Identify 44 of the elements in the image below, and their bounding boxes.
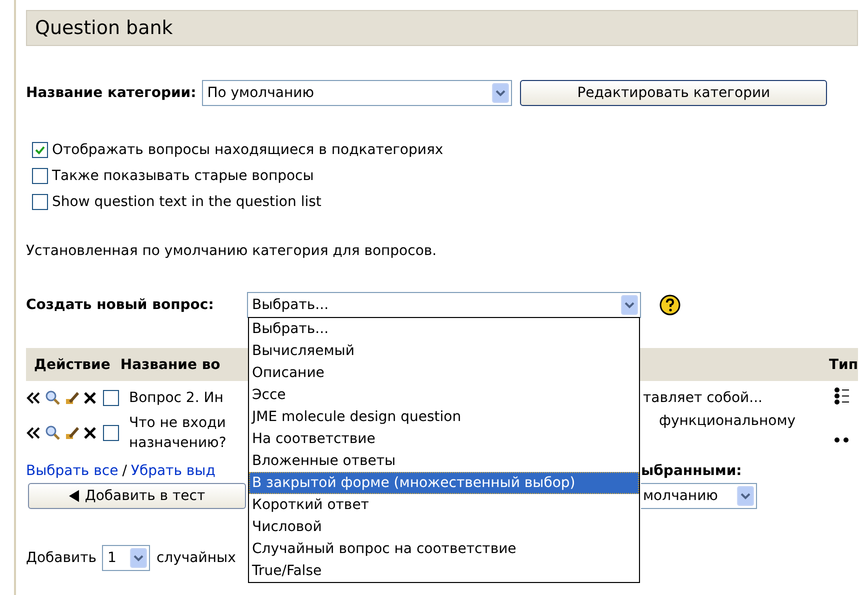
question-name: тавляет собой...	[642, 390, 762, 406]
page-title: Question bank	[26, 10, 858, 46]
category-note: Установленная по умолчанию категория для вопросов.	[26, 243, 437, 259]
triangle-left-icon	[68, 490, 79, 502]
deselect-link[interactable]: Убрать выд	[130, 463, 216, 479]
checkbox[interactable]	[32, 142, 48, 158]
with-selected-label: ыбранными:	[641, 463, 742, 479]
checkbox[interactable]	[32, 194, 48, 210]
add-random-label: Добавить	[26, 550, 96, 566]
dots-icon	[834, 437, 850, 443]
double-chevron-icon[interactable]	[26, 391, 42, 405]
checkbox[interactable]	[103, 425, 119, 441]
category-select[interactable]: молчанию	[641, 483, 757, 509]
list-icon	[834, 387, 850, 405]
create-question-label: Создать новый вопрос:	[26, 297, 214, 313]
checkbox[interactable]	[103, 390, 119, 406]
add-random-label: случайных	[156, 550, 236, 566]
select-all-link[interactable]: Выбрать все	[26, 463, 118, 479]
question-name: функциональному	[658, 413, 796, 429]
category-label: Название категории:	[26, 85, 196, 101]
add-to-quiz-button[interactable]: Добавить в тест	[28, 483, 246, 509]
menu-item[interactable]: В закрытой форме (множественный выбор)	[249, 472, 639, 494]
option-label: Отображать вопросы находящиеся в подкатегориях	[52, 142, 444, 158]
column-header: Тип	[828, 356, 858, 372]
option-label: Также показывать старые вопросы	[52, 168, 314, 184]
link-separator: /	[122, 463, 127, 479]
edit-icon[interactable]	[64, 390, 80, 406]
random-count-select[interactable]: 1	[102, 545, 150, 571]
column-header: Название во	[120, 356, 220, 372]
question-name: Вопрос 2. Ин	[129, 389, 224, 408]
checkbox[interactable]	[32, 168, 48, 184]
option-label: Show question text in the question list	[52, 194, 322, 210]
question-name: Что не входи назначению?	[129, 414, 226, 453]
edit-categories-button[interactable]: Редактировать категории	[520, 80, 828, 106]
delete-icon[interactable]	[83, 426, 97, 440]
delete-icon[interactable]	[83, 391, 97, 405]
category-select[interactable]: По умолчанию	[202, 80, 512, 106]
column-header: Действие	[34, 356, 110, 372]
magnifier-icon[interactable]	[45, 425, 61, 441]
help-icon[interactable]	[659, 294, 681, 316]
checkmark-icon	[35, 145, 45, 155]
magnifier-icon[interactable]	[45, 390, 61, 406]
edit-icon[interactable]	[64, 425, 80, 441]
double-chevron-icon[interactable]	[26, 426, 42, 440]
